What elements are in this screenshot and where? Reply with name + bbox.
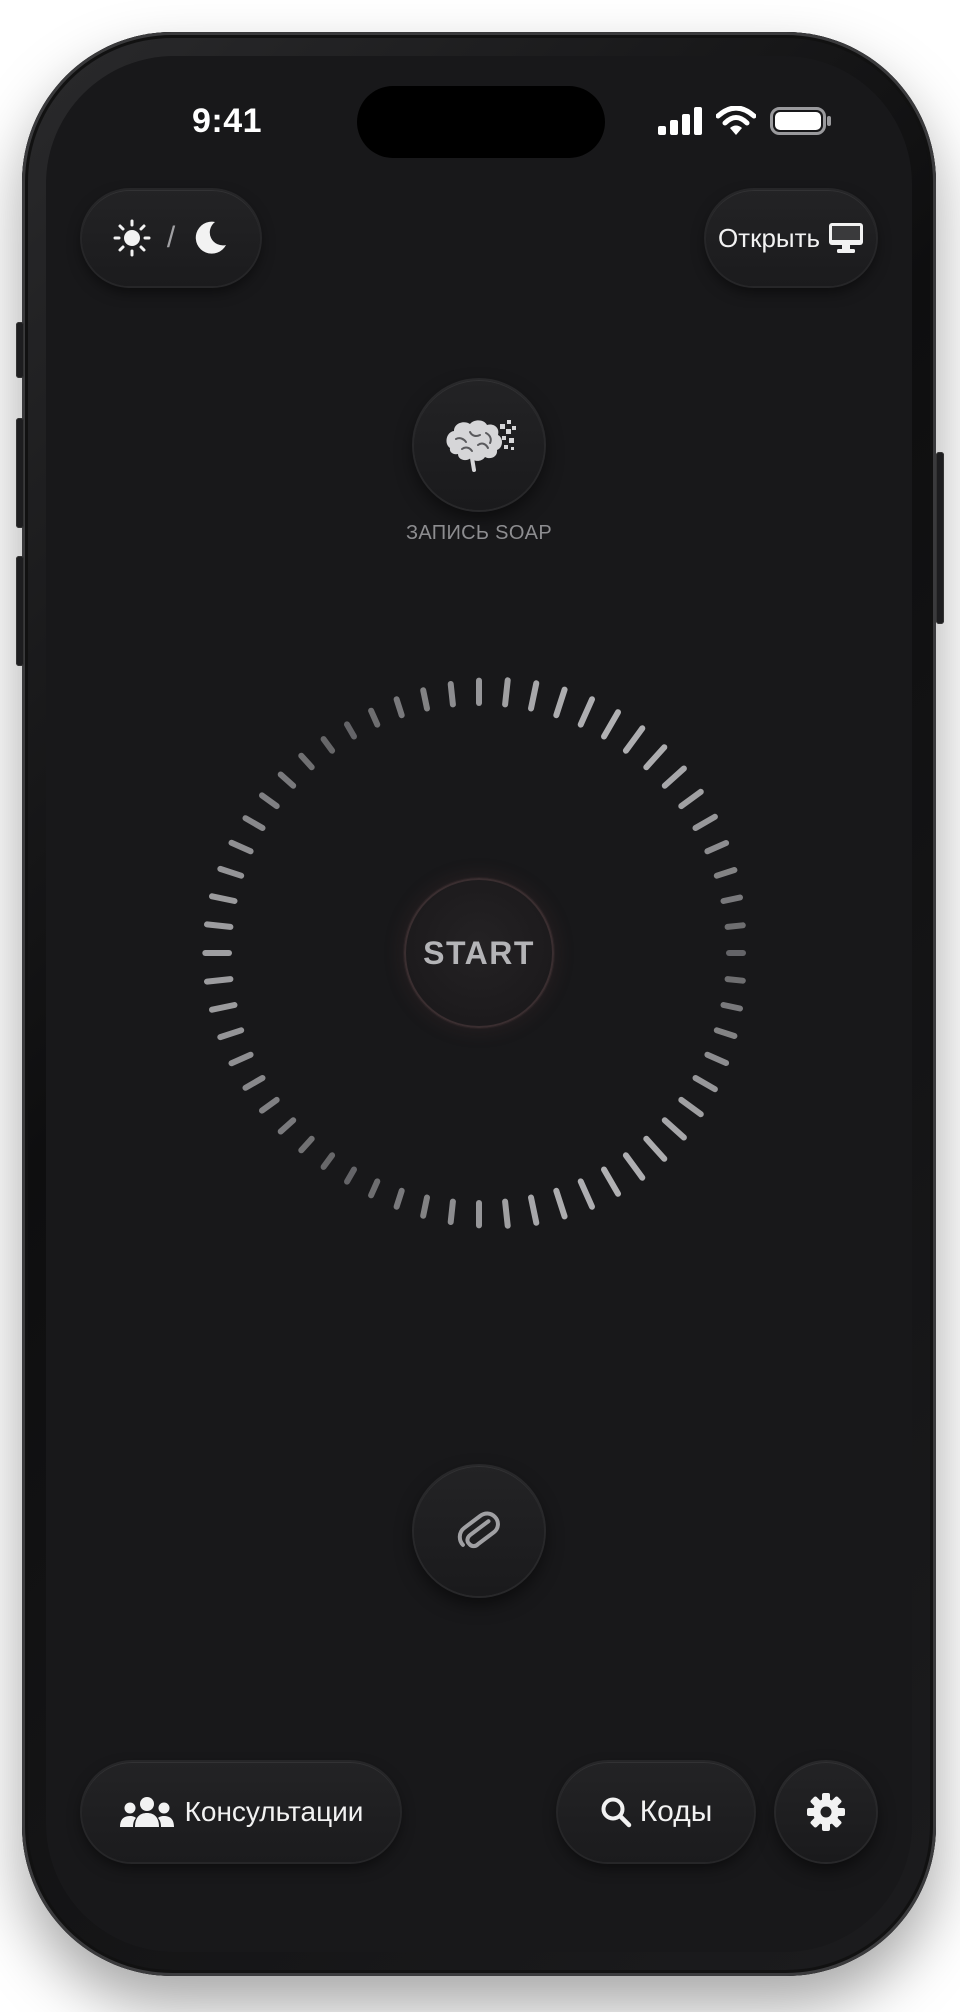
moon-icon[interactable] bbox=[191, 219, 229, 257]
ring-tick bbox=[420, 687, 430, 712]
ring-tick bbox=[622, 1152, 646, 1181]
theme-separator: / bbox=[166, 221, 176, 254]
ring-tick bbox=[259, 1096, 280, 1114]
ring-tick bbox=[577, 1178, 595, 1210]
ring-tick bbox=[720, 894, 743, 904]
ring-tick bbox=[298, 1135, 315, 1154]
start-button[interactable]: START bbox=[404, 878, 554, 1028]
ring-tick bbox=[344, 721, 357, 740]
ring-tick bbox=[204, 976, 234, 985]
ring-tick bbox=[553, 1187, 568, 1220]
volume-down-button bbox=[16, 556, 24, 666]
ring-tick bbox=[601, 709, 621, 740]
consultations-button[interactable]: Консультации bbox=[82, 1762, 400, 1862]
soap-label: ЗАПИСЬ SOAP bbox=[406, 522, 552, 544]
ring-tick bbox=[713, 867, 738, 879]
wifi-icon bbox=[716, 106, 756, 136]
ring-tick bbox=[713, 1027, 738, 1039]
ring-tick bbox=[528, 1194, 540, 1226]
ring-tick bbox=[447, 1198, 456, 1225]
ring-tick bbox=[724, 976, 746, 984]
ring-tick bbox=[298, 752, 315, 771]
sun-icon[interactable] bbox=[113, 219, 151, 257]
dynamic-island bbox=[357, 86, 605, 158]
ring-tick bbox=[204, 921, 234, 930]
ring-tick bbox=[692, 1075, 718, 1093]
ring-tick bbox=[553, 686, 568, 719]
soap-record-button[interactable] bbox=[414, 380, 544, 510]
codes-button[interactable]: Коды bbox=[558, 1762, 754, 1862]
users-icon bbox=[119, 1796, 175, 1828]
ring-tick bbox=[692, 813, 718, 831]
power-button bbox=[936, 452, 944, 624]
ring-tick bbox=[344, 1166, 357, 1185]
ring-tick bbox=[704, 840, 730, 855]
ring-tick bbox=[242, 1075, 266, 1091]
ring-tick bbox=[661, 765, 687, 789]
attach-button[interactable] bbox=[414, 1466, 544, 1596]
search-icon bbox=[600, 1796, 632, 1828]
ring-tick bbox=[661, 1117, 687, 1141]
brain-icon bbox=[442, 418, 516, 472]
ring-tick bbox=[528, 680, 540, 712]
action-button bbox=[16, 322, 24, 378]
codes-label: Коды bbox=[639, 1795, 713, 1828]
ring-tick bbox=[242, 815, 266, 831]
cellular-signal-icon bbox=[658, 107, 702, 135]
status-icons bbox=[658, 106, 832, 136]
ring-tick bbox=[502, 677, 511, 708]
ring-tick bbox=[577, 696, 595, 728]
status-time: 9:41 bbox=[191, 102, 263, 140]
ring-tick bbox=[228, 839, 254, 855]
ring-tick bbox=[228, 1051, 254, 1067]
ring-tick bbox=[724, 922, 746, 930]
ring-tick bbox=[720, 1002, 743, 1012]
gear-icon bbox=[805, 1791, 847, 1833]
ring-tick bbox=[217, 865, 245, 879]
app-screen: 9:41 / Открыть ЗАПИСЬ SOAP START Консуль… bbox=[46, 56, 912, 1952]
ring-tick bbox=[277, 1117, 297, 1135]
ring-tick bbox=[678, 1096, 704, 1118]
ring-tick bbox=[704, 1051, 730, 1066]
ring-tick bbox=[259, 792, 280, 810]
ring-tick bbox=[368, 1178, 381, 1199]
paperclip-icon bbox=[454, 1506, 504, 1556]
theme-toggle[interactable]: / bbox=[82, 190, 260, 286]
open-desktop-button[interactable]: Открыть bbox=[706, 190, 876, 286]
ring-tick bbox=[209, 893, 238, 904]
settings-button[interactable] bbox=[776, 1762, 876, 1862]
ring-tick bbox=[502, 1198, 511, 1229]
battery-icon bbox=[770, 107, 832, 135]
ring-tick bbox=[447, 681, 456, 708]
consultations-label: Консультации bbox=[184, 1796, 364, 1827]
desktop-monitor-icon bbox=[828, 222, 864, 254]
ring-tick bbox=[393, 696, 405, 719]
ring-tick bbox=[320, 1152, 336, 1170]
ring-tick bbox=[393, 1187, 405, 1210]
volume-up-button bbox=[16, 418, 24, 528]
ring-tick bbox=[209, 1002, 238, 1013]
start-label: START bbox=[423, 934, 535, 971]
ring-tick bbox=[420, 1194, 430, 1219]
ring-tick bbox=[368, 707, 381, 728]
ring-tick bbox=[643, 1135, 668, 1162]
ring-tick bbox=[217, 1027, 245, 1041]
ring-tick bbox=[678, 788, 704, 810]
open-desktop-label: Открыть bbox=[717, 222, 821, 253]
ring-tick bbox=[601, 1166, 621, 1197]
ring-tick bbox=[320, 736, 336, 754]
ring-tick bbox=[277, 771, 297, 789]
ring-tick bbox=[622, 725, 646, 754]
ring-tick bbox=[643, 744, 668, 771]
